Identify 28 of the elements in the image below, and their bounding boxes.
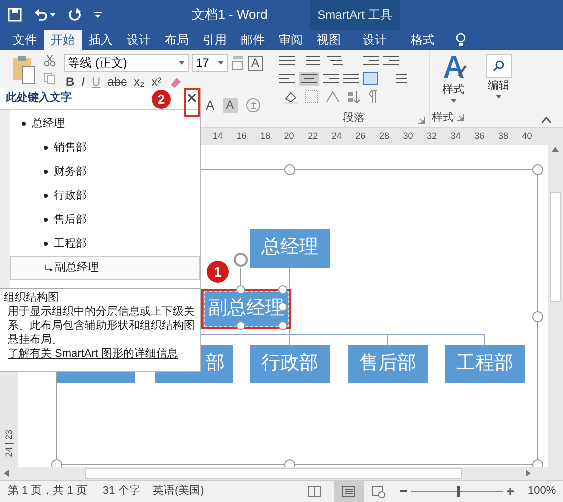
ruler-number: 14: [212, 130, 224, 143]
ruler-number: 16: [236, 130, 248, 143]
pane-title: 此处键入文字: [4, 90, 72, 106]
callout-badge: 1: [207, 261, 229, 283]
window-title: 文档1 - Word: [191, 6, 269, 24]
language: 英语(美国): [153, 484, 206, 500]
ruler-number: 34: [450, 130, 462, 143]
vertical-ruler: 24 | 23: [4, 430, 14, 457]
ruler-number: 36: [474, 130, 486, 143]
page-count: 第 1 页，共 1 页: [8, 484, 88, 500]
ruler-number: 28: [378, 130, 390, 143]
ruler-number: 20: [283, 130, 296, 143]
ruler-number: 32: [426, 130, 438, 143]
tool-context-title: SmartArt 工具: [310, 0, 400, 30]
ruler-number: 24: [330, 130, 343, 143]
ruler-number: 40: [521, 130, 534, 143]
ruler-number: 30: [402, 130, 414, 143]
zoom-level: 100%: [528, 484, 556, 500]
ruler-number: 22: [307, 130, 320, 143]
callout-badge: 2: [152, 90, 171, 109]
group-label: 样式: [432, 110, 454, 126]
layout-description: 用于显示组织中的分层信息或上下级关系。此布局包含辅助形状和组织结构图悬挂布局。: [7, 305, 196, 347]
layout-name: 组织结构图: [4, 291, 60, 305]
word-count: 31 个字: [103, 484, 142, 500]
group-label: 段落: [343, 110, 365, 126]
ruler-number: 38: [497, 130, 510, 143]
ruler-number: 18: [259, 130, 272, 143]
ruler-number: 26: [354, 130, 367, 143]
